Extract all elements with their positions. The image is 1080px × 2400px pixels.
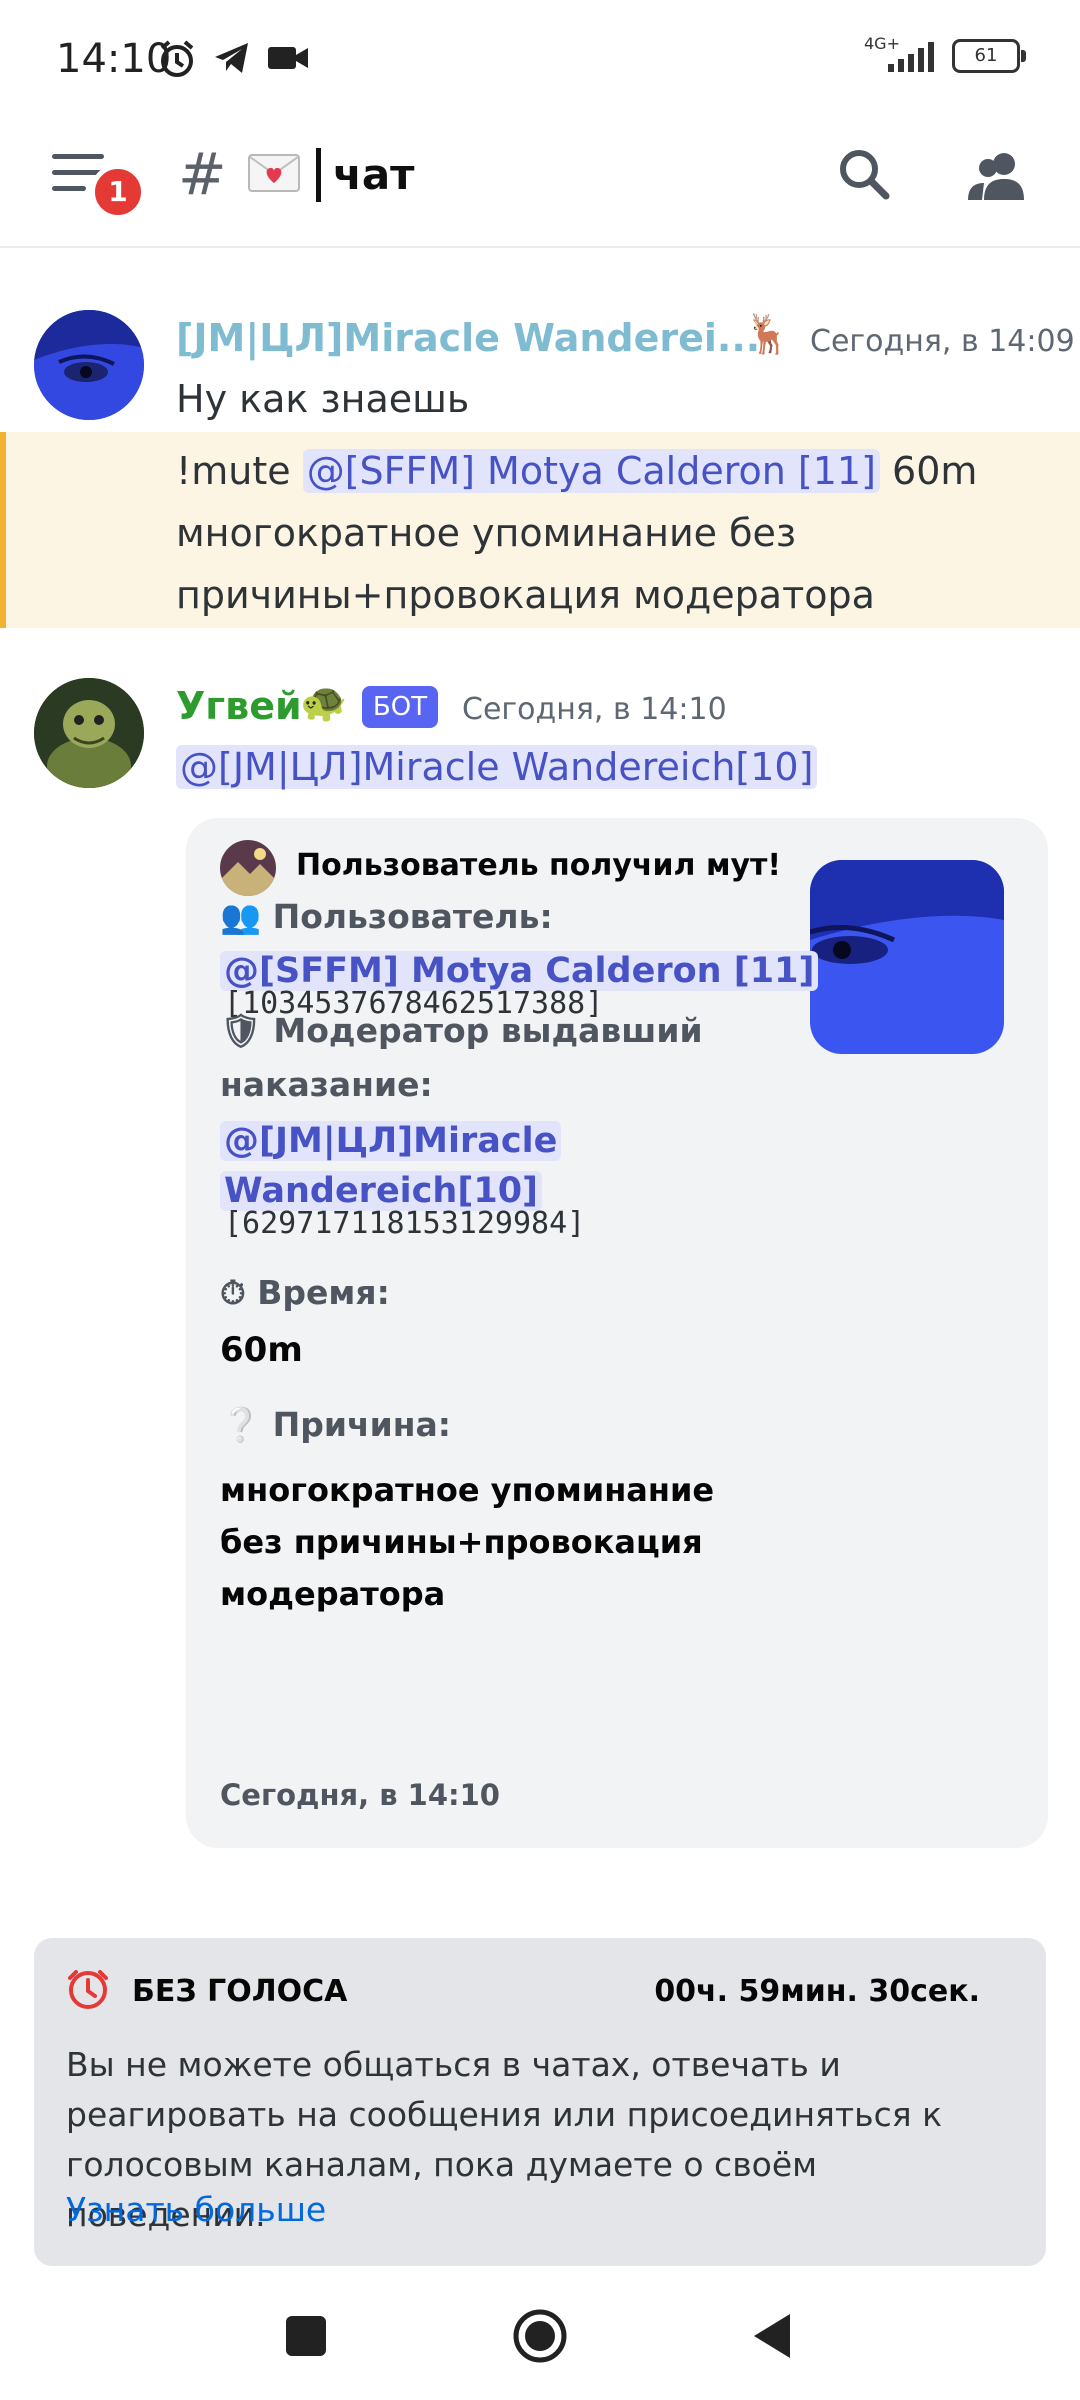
battery-icon: 61 xyxy=(952,39,1026,73)
turtle-icon: 🐢 xyxy=(300,680,348,724)
members-button[interactable] xyxy=(964,146,1028,206)
field-moderator-label: 🛡 Модератор выдавший наказание: xyxy=(220,1011,703,1104)
embed-thumbnail[interactable] xyxy=(810,860,1004,1054)
command-suffix: 60m xyxy=(879,449,978,493)
message-text: многократное упоминание без xyxy=(176,511,797,555)
avatar[interactable] xyxy=(34,310,144,420)
users-icon: 👥 xyxy=(220,897,262,936)
message-text: Ну как знаешь xyxy=(176,377,470,421)
notification-badge: 1 xyxy=(90,164,146,220)
timeout-notice: БЕЗ ГОЛОСА 00ч. 59мин. 30сек. Вы не може… xyxy=(34,1938,1046,2266)
field-reason-value: многократное упоминание без причины+пров… xyxy=(220,1471,715,1613)
embed-card: Пользователь получил мут! 👥 Пользователь… xyxy=(186,818,1048,1848)
members-icon xyxy=(968,153,1024,200)
message-timestamp: Сегодня, в 14:10 xyxy=(462,692,727,727)
search-button[interactable] xyxy=(834,144,894,204)
bot-badge: БОТ xyxy=(362,686,438,728)
learn-more-link[interactable]: Узнать больше xyxy=(66,2190,326,2229)
field-time-label: ⏱ Время: xyxy=(220,1273,390,1312)
role-icon: 🦌 xyxy=(744,312,792,356)
clock-icon xyxy=(66,1968,110,2012)
message-timestamp: Сегодня, в 14:09 xyxy=(810,324,1075,359)
system-navbar xyxy=(0,2270,1080,2400)
stopwatch-icon: ⏱ xyxy=(220,1273,246,1312)
video-camera-icon xyxy=(266,38,310,84)
recents-button[interactable] xyxy=(286,2316,326,2356)
bot-avatar[interactable] xyxy=(34,678,144,788)
field-time-value: 60m xyxy=(220,1330,303,1370)
message-author[interactable]: [JM|ЦЛ]Miracle Wanderei... xyxy=(176,316,760,360)
command-prefix: !mute xyxy=(176,449,303,493)
hash-icon: # xyxy=(178,140,227,208)
shield-icon: 🛡 xyxy=(220,1011,262,1050)
field-reason-label: ❔ Причина: xyxy=(220,1405,451,1444)
moderator-id: [629717118153129984] xyxy=(224,1206,586,1241)
moderator-mention[interactable]: @[JM|ЦЛ]Miracle Wandereich[10] xyxy=(220,1116,562,1216)
field-user-label: 👥 Пользователь: xyxy=(220,897,553,936)
message-text: !mute @[SFFM] Motya Calderon [11] 60m xyxy=(176,440,977,502)
message-author[interactable]: Угвей xyxy=(176,684,302,728)
status-right: 4G+ 61 xyxy=(864,34,1026,76)
status-bar: 14:10 4G+ 61 xyxy=(0,0,1080,120)
user-mention[interactable]: @[JM|ЦЛ]Miracle Wandereich[10] xyxy=(176,745,818,789)
status-time: 14:10 xyxy=(56,36,172,82)
home-button[interactable] xyxy=(512,2308,568,2364)
message-text: @[JM|ЦЛ]Miracle Wandereich[10] xyxy=(176,736,818,798)
signal-icon: 4G+ xyxy=(864,34,934,76)
message-text: причины+провокация модератора xyxy=(176,573,875,617)
channel-header: 1 # чат xyxy=(0,120,1080,248)
embed-author-icon xyxy=(220,840,276,896)
alarm-icon xyxy=(156,38,198,84)
back-button[interactable] xyxy=(752,2312,792,2360)
notice-title: БЕЗ ГОЛОСА xyxy=(132,1974,348,2009)
status-icons xyxy=(156,38,310,84)
love-letter-icon xyxy=(248,154,300,192)
user-mention[interactable]: @[SFFM] Motya Calderon [11] xyxy=(302,449,880,493)
channel-title[interactable]: чат xyxy=(316,148,415,202)
telegram-icon xyxy=(212,38,252,84)
embed-footer: Сегодня, в 14:10 xyxy=(220,1778,500,1812)
search-icon xyxy=(840,150,890,200)
timeout-countdown: 00ч. 59мин. 30сек. xyxy=(654,1974,980,2009)
question-icon: ❔ xyxy=(220,1405,262,1444)
embed-title: Пользователь получил мут! xyxy=(296,848,782,883)
